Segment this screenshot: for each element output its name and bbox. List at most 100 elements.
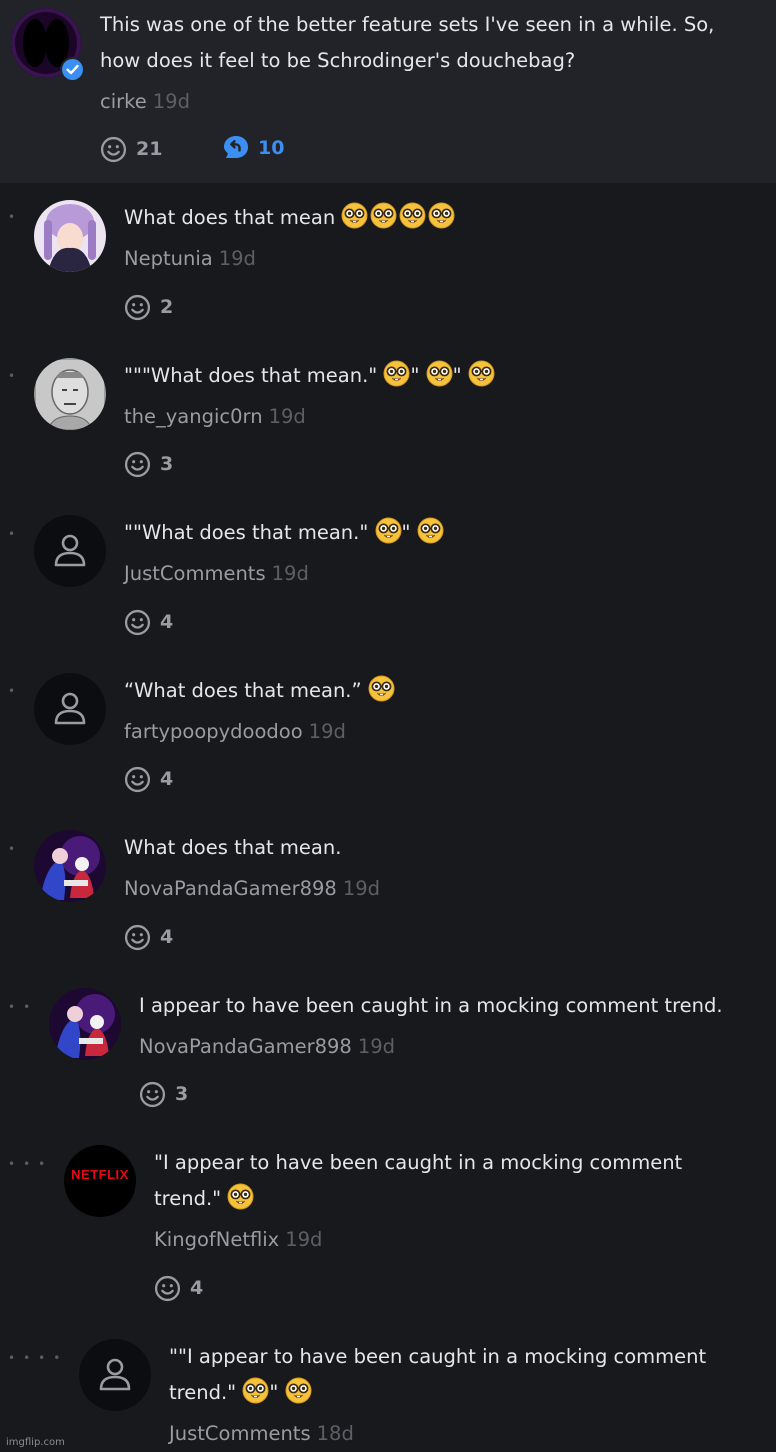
username[interactable]: NovaPandaGamer898 bbox=[139, 1035, 352, 1058]
comment-meta: JustComments 19d bbox=[124, 562, 309, 585]
comment-text: “What does that mean.” bbox=[124, 673, 395, 709]
username[interactable]: Neptunia bbox=[124, 247, 213, 270]
username[interactable]: KingofNetflix bbox=[154, 1228, 279, 1251]
timestamp: 19d bbox=[271, 562, 309, 585]
reaction-button[interactable]: 4 bbox=[124, 764, 173, 794]
default-user-icon bbox=[97, 1356, 133, 1392]
timestamp: 19d bbox=[268, 405, 306, 428]
nerd-face-icon bbox=[227, 1183, 254, 1210]
comment-meta: KingofNetflix 19d bbox=[154, 1228, 322, 1251]
reaction-button[interactable]: 4 bbox=[124, 607, 173, 637]
avatar[interactable] bbox=[34, 515, 106, 587]
nerd-face-icon bbox=[375, 517, 402, 544]
thread-depth-dots: • bbox=[8, 369, 24, 383]
comment-text-content: trend." bbox=[169, 1381, 237, 1404]
smile-icon bbox=[124, 609, 151, 636]
timestamp: 18d bbox=[316, 1422, 354, 1445]
comment-text-line-2: trend." " bbox=[169, 1375, 312, 1411]
reply-bubble-icon bbox=[224, 136, 248, 158]
comment-text-line-1: ""I appear to have been caught in a mock… bbox=[169, 1345, 707, 1368]
thread-depth-dots: ••• bbox=[8, 1157, 54, 1171]
nerd-face-icon bbox=[368, 675, 395, 702]
comment-text-tail: " bbox=[410, 364, 420, 387]
nerd-face-icon bbox=[242, 1377, 269, 1404]
reaction-count: 4 bbox=[190, 1277, 204, 1299]
smile-icon bbox=[139, 1081, 166, 1108]
nerd-face-icon bbox=[426, 360, 453, 387]
smile-icon bbox=[100, 136, 127, 163]
avatar[interactable]: NETFLIX bbox=[64, 1145, 136, 1217]
smile-icon bbox=[154, 1275, 181, 1302]
comment-meta: fartypoopydoodoo 19d bbox=[124, 720, 346, 743]
smile-icon bbox=[124, 451, 151, 478]
username[interactable]: NovaPandaGamer898 bbox=[124, 877, 337, 900]
default-user-icon bbox=[52, 532, 88, 568]
timestamp: 19d bbox=[357, 1035, 396, 1058]
smile-icon bbox=[124, 294, 151, 321]
timestamp: 19d bbox=[152, 90, 190, 113]
reaction-button[interactable]: 2 bbox=[124, 292, 173, 322]
thread-depth-dots: • bbox=[8, 684, 24, 698]
avatar[interactable] bbox=[34, 673, 106, 745]
thread-depth-dots: • bbox=[8, 527, 24, 541]
timestamp: 19d bbox=[308, 720, 346, 743]
replies-button[interactable]: 10 bbox=[222, 134, 284, 162]
thread-depth-dots: • bbox=[8, 210, 24, 224]
comment-meta: the_yangic0rn 19d bbox=[124, 405, 306, 428]
nerd-face-icon bbox=[399, 202, 426, 229]
reaction-count: 3 bbox=[160, 453, 174, 475]
comment-text-content: “What does that mean.” bbox=[124, 679, 362, 702]
username[interactable]: fartypoopydoodoo bbox=[124, 720, 303, 743]
avatar[interactable] bbox=[49, 988, 121, 1060]
reaction-button[interactable]: 4 bbox=[154, 1273, 203, 1303]
reaction-count: 2 bbox=[160, 296, 174, 318]
comment-text-content: """What does that mean." bbox=[124, 364, 378, 387]
username[interactable]: the_yangic0rn bbox=[124, 405, 263, 428]
thread-depth-dots: •••• bbox=[8, 1351, 69, 1365]
default-user-icon bbox=[52, 690, 88, 726]
comment-meta: NovaPandaGamer898 19d bbox=[139, 1035, 395, 1058]
comment-meta: NovaPandaGamer898 19d bbox=[124, 877, 380, 900]
username[interactable]: cirke bbox=[100, 90, 147, 113]
nerd-face-icon bbox=[417, 517, 444, 544]
avatar[interactable] bbox=[34, 200, 106, 272]
reaction-count: 4 bbox=[160, 611, 174, 633]
reaction-count: 4 bbox=[160, 926, 174, 948]
comment-text-content: What does that mean bbox=[124, 206, 336, 229]
reaction-button[interactable]: 21 bbox=[100, 134, 162, 164]
comment-text: ""What does that mean." " bbox=[124, 515, 444, 551]
reaction-button[interactable]: 3 bbox=[139, 1079, 188, 1109]
top-comment: This was one of the better feature sets … bbox=[0, 0, 776, 183]
smile-icon bbox=[124, 924, 151, 951]
nerd-face-icon bbox=[468, 360, 495, 387]
reply-count: 10 bbox=[258, 137, 285, 159]
comment-text-line-1: "I appear to have been caught in a mocki… bbox=[154, 1151, 683, 1174]
comment-text: What does that mean. bbox=[124, 836, 342, 859]
comment-text-content: trend." bbox=[154, 1187, 222, 1210]
timestamp: 19d bbox=[218, 247, 256, 270]
comment-text-tail: " bbox=[452, 364, 462, 387]
reaction-count: 3 bbox=[175, 1083, 189, 1105]
timestamp: 19d bbox=[342, 877, 381, 900]
comment-text-line-2: trend." bbox=[154, 1181, 254, 1217]
comment-text: """What does that mean." " " bbox=[124, 358, 495, 394]
avatar[interactable] bbox=[79, 1339, 151, 1411]
reaction-button[interactable]: 4 bbox=[124, 922, 173, 952]
nerd-face-icon bbox=[428, 202, 455, 229]
reaction-button[interactable]: 3 bbox=[124, 449, 173, 479]
comment-text-tail: " bbox=[401, 521, 411, 544]
nerd-face-icon bbox=[341, 202, 368, 229]
reaction-count: 21 bbox=[136, 138, 163, 160]
comment-meta: JustComments 18d bbox=[169, 1422, 354, 1445]
timestamp: 19d bbox=[285, 1228, 323, 1251]
avatar[interactable] bbox=[34, 358, 106, 430]
verified-badge-icon bbox=[60, 57, 85, 82]
username[interactable]: JustComments bbox=[124, 562, 266, 585]
comment-meta: Neptunia 19d bbox=[124, 247, 256, 270]
nerd-face-icon bbox=[370, 202, 397, 229]
nerd-emoji-group bbox=[341, 202, 455, 229]
comment-text: What does that mean bbox=[124, 200, 455, 236]
comment-text: I appear to have been caught in a mockin… bbox=[139, 994, 723, 1017]
avatar[interactable] bbox=[34, 830, 106, 902]
username[interactable]: JustComments bbox=[169, 1422, 311, 1445]
